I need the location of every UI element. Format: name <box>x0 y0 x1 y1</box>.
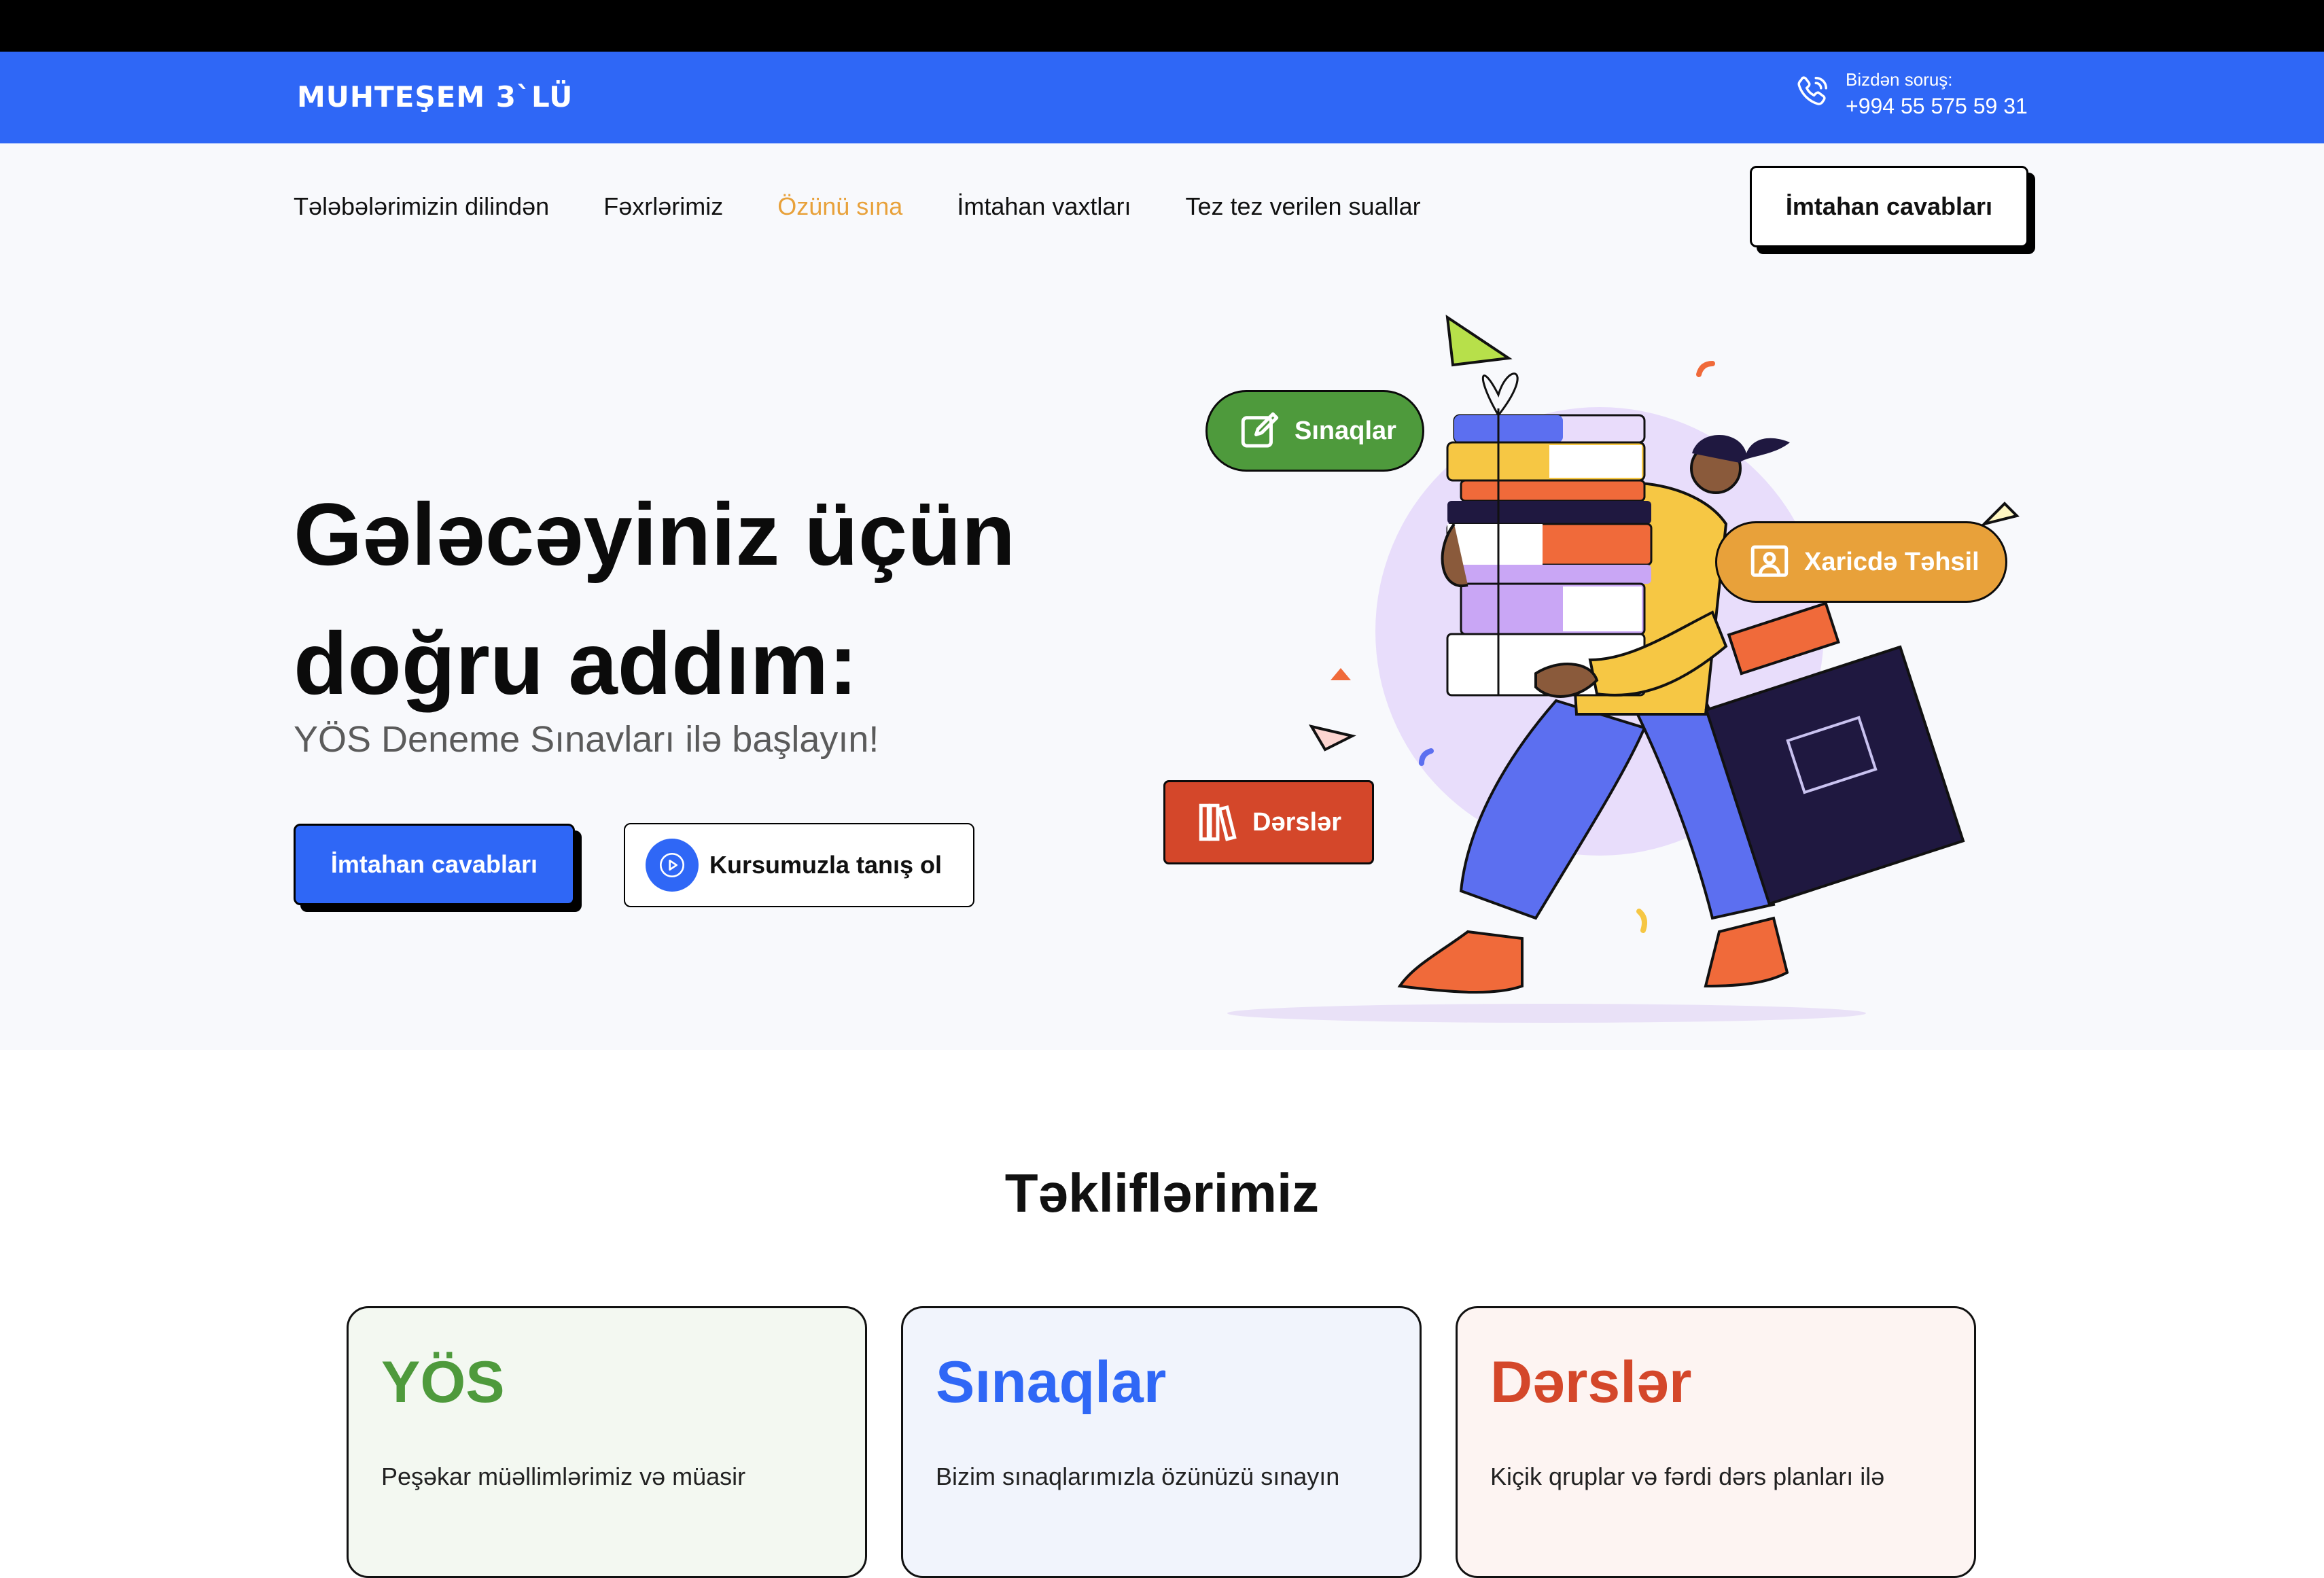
edit-icon <box>1241 412 1279 448</box>
offer-card-title: Sınaqlar <box>936 1350 1167 1415</box>
lessons-badge[interactable]: Dərslər <box>1163 780 1374 864</box>
offer-card-title: YÖS <box>381 1350 505 1415</box>
offer-card-text: Peşəkar müəllimlərimiz və müasir <box>381 1462 746 1490</box>
offer-card-yos[interactable]: YÖS Peşəkar müəllimlərimiz və müasir <box>347 1306 867 1578</box>
logo[interactable]: MUHTEŞEM 3`LÜ <box>297 80 573 113</box>
top-black-bar <box>0 0 2324 52</box>
exam-answers-cta-button[interactable]: İmtahan cavabları <box>294 824 582 912</box>
offer-card-tests[interactable]: Sınaqlar Bizim sınaqlarımızla özünüzü sı… <box>901 1306 1422 1578</box>
offer-card-title: Dərslər <box>1490 1350 1692 1415</box>
books-icon <box>1199 803 1237 841</box>
nav-item-testimonials[interactable]: Tələbələrimizin dilindən <box>294 192 549 221</box>
course-intro-button[interactable]: Kursumuzla tanış ol <box>624 823 974 907</box>
offer-card-text: Kiçik qruplar və fərdi dərs planları ilə <box>1490 1462 1885 1490</box>
course-intro-label: Kursumuzla tanış ol <box>709 851 943 879</box>
nav-item-achievements[interactable]: Fəxrlərimiz <box>603 192 723 221</box>
presentation-icon <box>1750 545 1789 577</box>
hero-subtitle: YÖS Deneme Sınavları ilə başlayın! <box>294 719 879 760</box>
study-abroad-badge[interactable]: Xaricdə Təhsil <box>1715 521 2007 603</box>
hero-title: Gələcəyiniz üçün doğru addım: <box>294 470 1109 728</box>
contact-label: Bizdən soruş: <box>1846 69 1953 90</box>
hero-title-line-1: Gələcəyiniz üçün <box>294 485 1016 584</box>
hero-section: Tələbələrimizin dilindən Fəxrlərimiz Özü… <box>0 143 2324 1050</box>
exam-answers-cta-label: İmtahan cavabları <box>294 824 575 905</box>
offer-card-text: Bizim sınaqlarımızla özünüzü sınayın <box>936 1462 1340 1490</box>
tests-badge[interactable]: Sınaqlar <box>1205 390 1424 472</box>
phone-icon[interactable] <box>1791 72 1832 113</box>
offers-section-title: Təkliflərimiz <box>1004 1163 1320 1223</box>
hero-title-line-2: doğru addım: <box>294 614 858 713</box>
site-header: MUHTEŞEM 3`LÜ Bizdən soruş: +994 55 575 … <box>0 52 2324 143</box>
contact-phone-number[interactable]: +994 55 575 59 31 <box>1846 94 2028 119</box>
offer-card-lessons[interactable]: Dərslər Kiçik qruplar və fərdi dərs plan… <box>1456 1306 1976 1578</box>
play-icon <box>646 839 699 892</box>
tests-badge-label: Sınaqlar <box>1295 416 1396 445</box>
lessons-badge-label: Dərslər <box>1252 807 1341 837</box>
nav-item-self-test[interactable]: Özünü sına <box>777 192 902 221</box>
nav-item-exam-dates[interactable]: İmtahan vaxtları <box>957 192 1131 221</box>
study-abroad-badge-label: Xaricdə Təhsil <box>1804 547 1979 576</box>
